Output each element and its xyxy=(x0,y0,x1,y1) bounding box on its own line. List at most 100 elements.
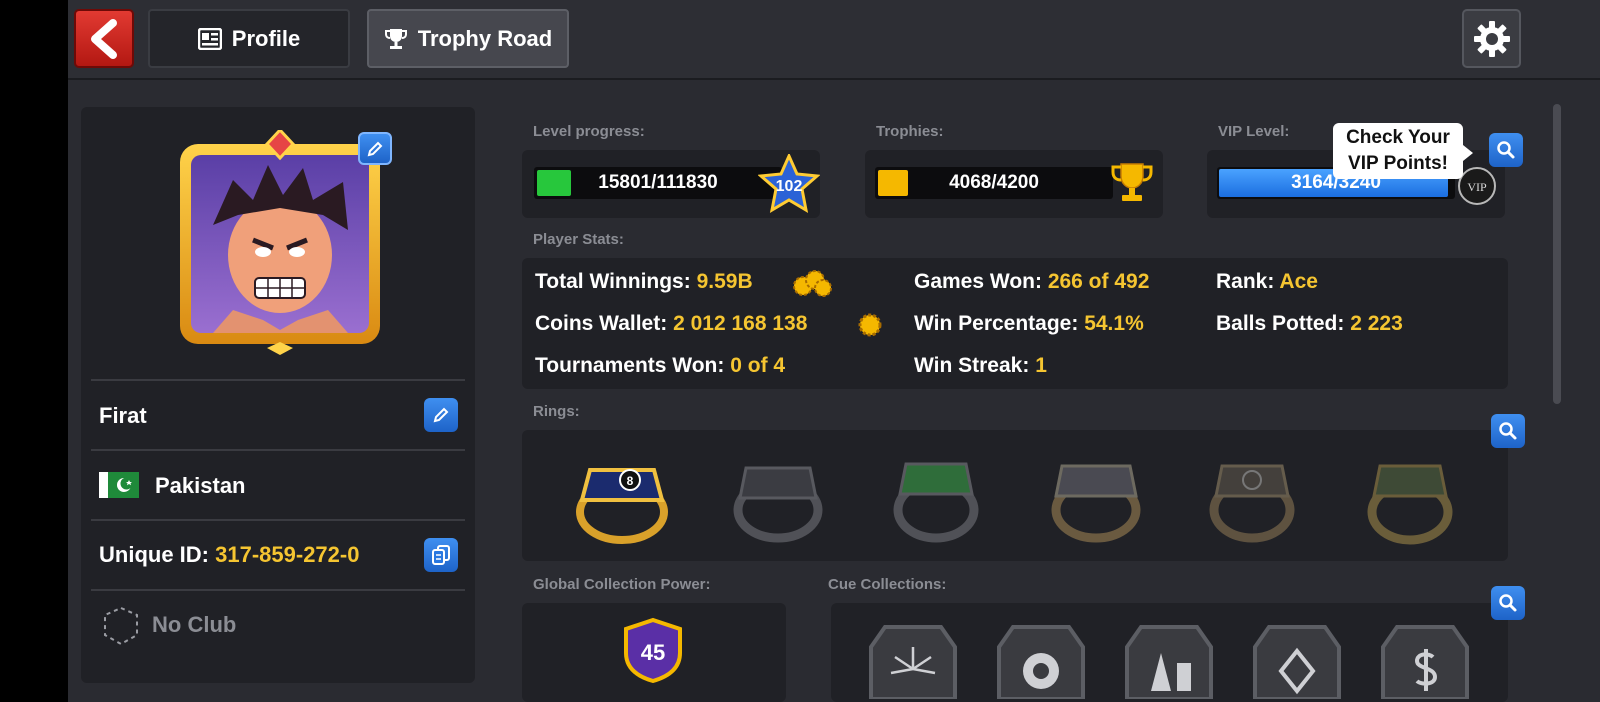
copy-id-button[interactable] xyxy=(424,538,458,572)
level-star-badge: 102 xyxy=(758,154,820,213)
trophy-icon xyxy=(384,28,407,49)
trophy-gold-icon xyxy=(1111,163,1153,201)
level-progress-text: 15801/111830 xyxy=(598,172,718,193)
ring-icon[interactable] xyxy=(1046,450,1146,546)
collection-power-value: 45 xyxy=(641,640,665,665)
tab-profile[interactable]: Profile xyxy=(148,9,350,68)
settings-button[interactable] xyxy=(1462,9,1521,68)
chevron-left-icon xyxy=(91,18,117,59)
top-bar: Profile Trophy Road xyxy=(68,0,1600,80)
trophies-text: 4068/4200 xyxy=(949,172,1039,193)
dollar-icon[interactable] xyxy=(1377,619,1473,699)
rings-box: 8 xyxy=(522,430,1508,561)
tooltip-line-2: VIP Points! xyxy=(1348,153,1448,174)
player-name: Firat xyxy=(99,403,147,428)
fireworks-icon[interactable] xyxy=(865,619,961,699)
unique-id-label: Unique ID: xyxy=(99,542,209,567)
stat-value: 9.59B xyxy=(696,270,753,293)
collection-power-shield-icon: 45 xyxy=(624,617,682,683)
divider xyxy=(91,449,465,451)
player-stats-label: Player Stats: xyxy=(533,231,624,248)
divider xyxy=(91,379,465,381)
level-progress-box: 15801/111830 102 xyxy=(522,150,820,218)
club-shield-icon xyxy=(104,606,138,646)
vip-points-tooltip[interactable]: Check Your VIP Points! xyxy=(1333,123,1473,179)
stat-value: 2 223 xyxy=(1350,312,1403,335)
stat-total-winnings: Total Winnings: 9.59B xyxy=(535,270,753,294)
level-number: 102 xyxy=(776,178,803,195)
search-icon xyxy=(1499,422,1517,440)
stat-label: Total Winnings: xyxy=(535,270,691,293)
edit-name-button[interactable] xyxy=(424,398,458,432)
stat-tournaments-won: Tournaments Won: 0 of 4 xyxy=(535,354,785,378)
stat-value: 1 xyxy=(1035,354,1047,377)
trophies-box: 4068/4200 xyxy=(865,150,1163,218)
stat-value: 0 of 4 xyxy=(730,354,786,377)
stat-win-percentage: Win Percentage: 54.1% xyxy=(914,312,1144,336)
rings-label: Rings: xyxy=(533,403,580,420)
stat-label: Tournaments Won: xyxy=(535,354,725,377)
search-icon xyxy=(1497,141,1515,159)
trophies-bar: 4068/4200 xyxy=(875,167,1113,199)
tooltip-line-1: Check Your xyxy=(1346,127,1450,148)
collection-power-box: 45 xyxy=(522,603,786,702)
pencil-icon xyxy=(433,407,449,423)
stat-value: 2 012 168 138 xyxy=(673,312,808,335)
diamond-icon[interactable] xyxy=(1249,619,1345,699)
stat-label: Win Streak: xyxy=(914,354,1030,377)
cue-collections-label: Cue Collections: xyxy=(828,576,947,593)
unique-id-value: 317-859-272-0 xyxy=(215,542,360,567)
avatar[interactable] xyxy=(173,130,387,355)
stat-label: Balls Potted: xyxy=(1216,312,1345,335)
ring-icon[interactable] xyxy=(1204,450,1300,546)
stat-games-won: Games Won: 266 of 492 xyxy=(914,270,1149,294)
trophies-label: Trophies: xyxy=(876,123,944,140)
stat-value: Ace xyxy=(1279,270,1318,293)
vip-level-label: VIP Level: xyxy=(1218,123,1290,140)
coin-icon xyxy=(858,313,882,337)
search-icon xyxy=(1499,594,1517,612)
coins-stack-icon xyxy=(793,270,832,297)
unique-id-row: Unique ID: 317-859-272-0 xyxy=(99,542,359,568)
stat-label: Rank: xyxy=(1216,270,1275,293)
collection-power-label: Global Collection Power: xyxy=(533,576,711,593)
stat-value: 266 of 492 xyxy=(1047,270,1150,293)
ring-icon[interactable] xyxy=(1362,450,1458,546)
cue-collections-search-button[interactable] xyxy=(1491,586,1525,620)
landmarks-icon[interactable] xyxy=(1121,619,1217,699)
scrollbar[interactable] xyxy=(1553,104,1561,404)
stat-coins-wallet: Coins Wallet: 2 012 168 138 xyxy=(535,312,807,336)
ring-icon[interactable] xyxy=(888,450,984,546)
tab-trophy-road[interactable]: Trophy Road xyxy=(367,9,569,68)
level-progress-bar: 15801/111830 xyxy=(534,167,782,199)
stat-label: Coins Wallet: xyxy=(535,312,668,335)
stat-balls-potted: Balls Potted: 2 223 xyxy=(1216,312,1403,336)
rings-search-button[interactable] xyxy=(1491,414,1525,448)
tab-trophy-road-label: Trophy Road xyxy=(417,25,553,51)
app-window: Profile Trophy Road Firat Pakistan Uniqu… xyxy=(68,0,1600,702)
stat-label: Games Won: xyxy=(914,270,1042,293)
player-country: Pakistan xyxy=(155,473,246,498)
stat-rank: Rank: Ace xyxy=(1216,270,1318,294)
divider xyxy=(91,589,465,591)
ring-icon[interactable] xyxy=(730,450,826,546)
vip-search-button[interactable] xyxy=(1489,133,1523,167)
eight-ball-icon[interactable] xyxy=(993,619,1089,699)
avatar-edit-button[interactable] xyxy=(358,132,392,165)
stat-win-streak: Win Streak: 1 xyxy=(914,354,1047,378)
tab-profile-label: Profile xyxy=(231,25,301,51)
svg-text:8: 8 xyxy=(627,474,634,488)
back-button[interactable] xyxy=(74,9,134,68)
stat-value: 54.1% xyxy=(1084,312,1144,335)
pencil-icon xyxy=(367,141,383,156)
copy-icon xyxy=(432,545,450,565)
divider xyxy=(91,519,465,521)
profile-panel: Firat Pakistan Unique ID: 317-859-272-0 xyxy=(81,107,475,683)
club-status[interactable]: No Club xyxy=(152,612,236,638)
country-flag-icon xyxy=(99,472,139,498)
vip-badge-text: VIP xyxy=(1467,180,1487,194)
profile-card-icon xyxy=(197,27,222,50)
cue-collections-box xyxy=(831,603,1508,702)
ring-icon[interactable]: 8 xyxy=(572,450,672,546)
stat-label: Win Percentage: xyxy=(914,312,1079,335)
